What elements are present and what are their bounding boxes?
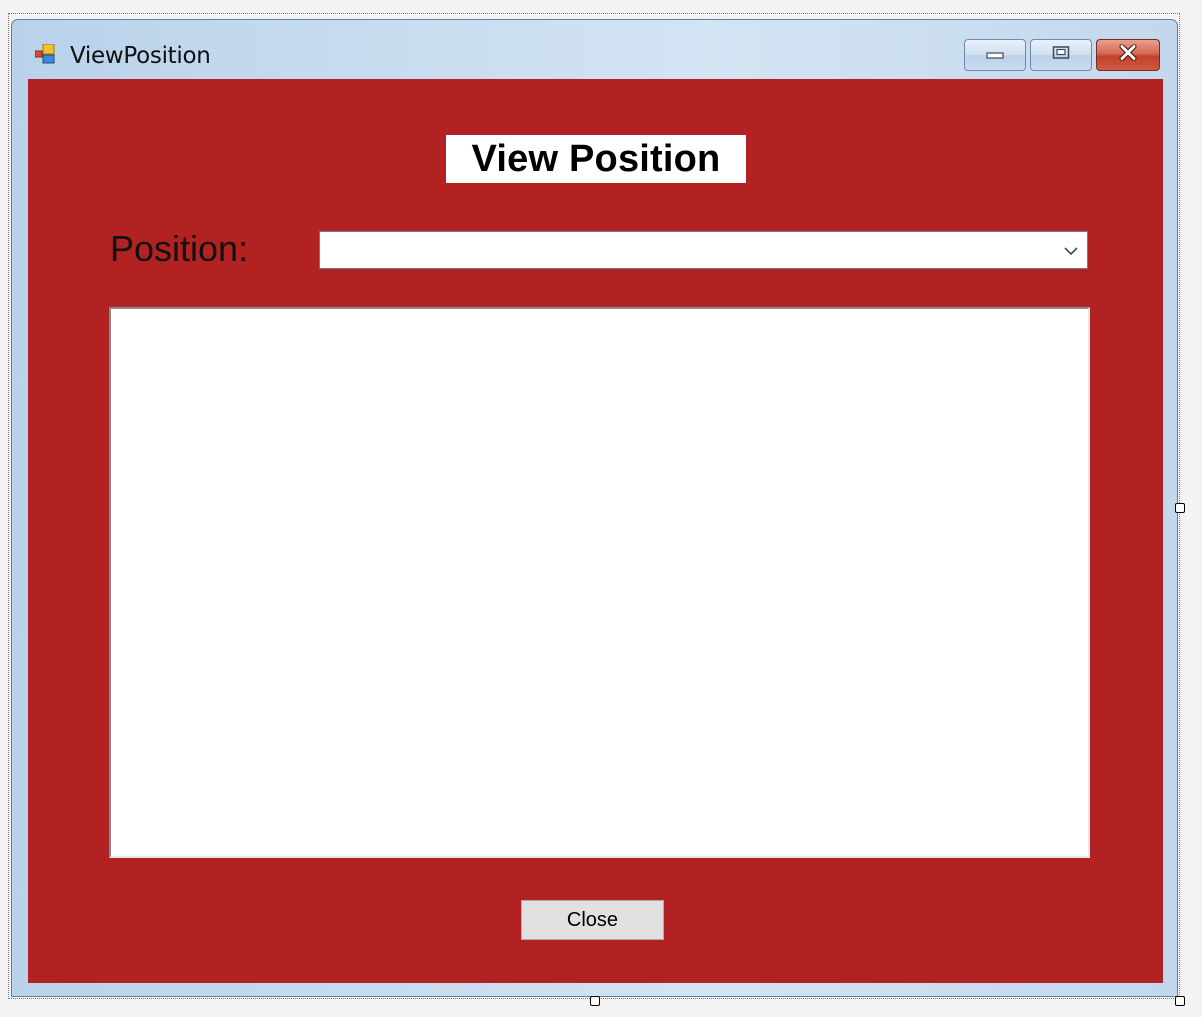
close-window-button[interactable]	[1096, 39, 1160, 71]
position-results-list[interactable]	[109, 307, 1090, 858]
position-label: Position:	[110, 228, 249, 269]
maximize-icon	[1052, 46, 1070, 65]
form-client-area: View Position Position: Close	[28, 79, 1163, 983]
page-title: View Position	[446, 135, 746, 183]
minimize-button[interactable]	[964, 39, 1026, 71]
form-window: ViewPosition View Position Position: Clo…	[11, 19, 1178, 997]
position-combobox[interactable]	[319, 231, 1088, 269]
window-title: ViewPosition	[70, 43, 211, 69]
chevron-down-icon[interactable]	[1063, 244, 1079, 256]
maximize-button[interactable]	[1030, 39, 1092, 71]
resize-handle-bottom-right[interactable]	[1175, 996, 1185, 1006]
minimize-icon	[986, 46, 1004, 64]
close-icon	[1118, 44, 1138, 66]
form-icon	[34, 43, 55, 64]
designer-surface: ViewPosition View Position Position: Clo…	[0, 0, 1202, 1017]
resize-handle-bottom[interactable]	[590, 996, 600, 1006]
close-button[interactable]: Close	[521, 900, 664, 940]
resize-handle-right[interactable]	[1175, 503, 1185, 513]
title-bar[interactable]: ViewPosition	[12, 20, 1177, 78]
